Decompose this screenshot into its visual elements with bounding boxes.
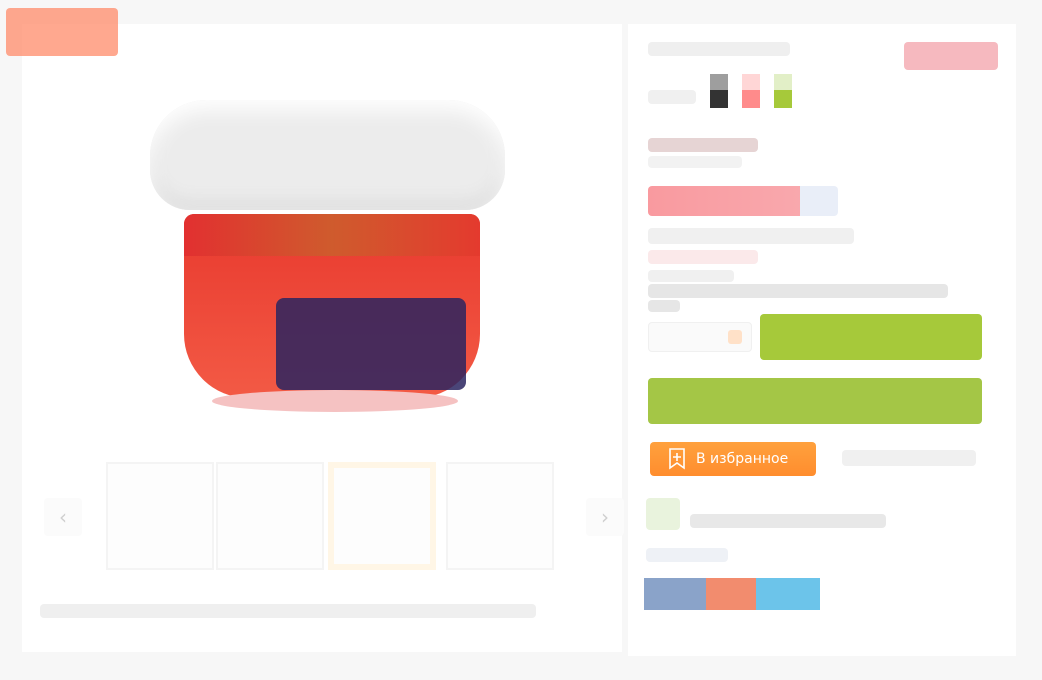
- chevron-right-icon: ›: [601, 505, 609, 529]
- product-page: ‹ › В избранное: [0, 0, 1042, 680]
- compare-link[interactable]: [842, 450, 976, 466]
- delivery-info: [648, 284, 948, 298]
- color-label: [648, 90, 696, 104]
- product-main-image[interactable]: [150, 100, 505, 412]
- gallery-thumb-2[interactable]: [216, 462, 324, 570]
- gallery-thumb-4[interactable]: [446, 462, 554, 570]
- share-title: [646, 548, 728, 562]
- telegram-icon[interactable]: [756, 578, 820, 610]
- color-swatch-dark[interactable]: [710, 90, 728, 108]
- old-price: [648, 250, 758, 264]
- promo-text: [690, 514, 886, 528]
- chevron-left-icon: ‹: [59, 505, 67, 529]
- bookmark-plus-icon: [668, 448, 686, 470]
- cup-lid: [150, 100, 505, 210]
- price-section-subtitle: [648, 156, 742, 168]
- price-section-title: [648, 138, 758, 152]
- stock-label: [648, 270, 734, 282]
- add-to-favorites-button[interactable]: В избранное: [650, 442, 816, 476]
- cup-logo: [276, 298, 466, 390]
- color-swatch-pink[interactable]: [742, 90, 760, 108]
- gallery-next-button[interactable]: ›: [586, 498, 624, 536]
- buy-one-click-button[interactable]: [648, 378, 982, 424]
- gallery-prev-button[interactable]: ‹: [44, 498, 82, 536]
- add-to-cart-button[interactable]: [760, 314, 982, 360]
- gallery-thumb-3[interactable]: [328, 462, 436, 570]
- discount-badge: [904, 42, 998, 70]
- product-sku: [648, 42, 790, 56]
- color-swatch-green[interactable]: [774, 90, 792, 108]
- gallery-thumb-1[interactable]: [106, 462, 214, 570]
- ok-icon[interactable]: [706, 578, 756, 610]
- sale-badge: [6, 8, 118, 56]
- quantity-plus-icon[interactable]: [728, 330, 742, 344]
- price-display: [648, 186, 838, 216]
- cup-stripe: [184, 214, 480, 256]
- product-caption: [40, 604, 536, 618]
- share-buttons: [644, 578, 820, 610]
- vk-icon[interactable]: [644, 578, 706, 610]
- favorites-label: В избранное: [696, 451, 789, 467]
- promo-icon: [646, 498, 680, 530]
- price-note: [648, 228, 854, 244]
- delivery-info-tail: [648, 300, 680, 312]
- cup-bottom: [212, 390, 458, 412]
